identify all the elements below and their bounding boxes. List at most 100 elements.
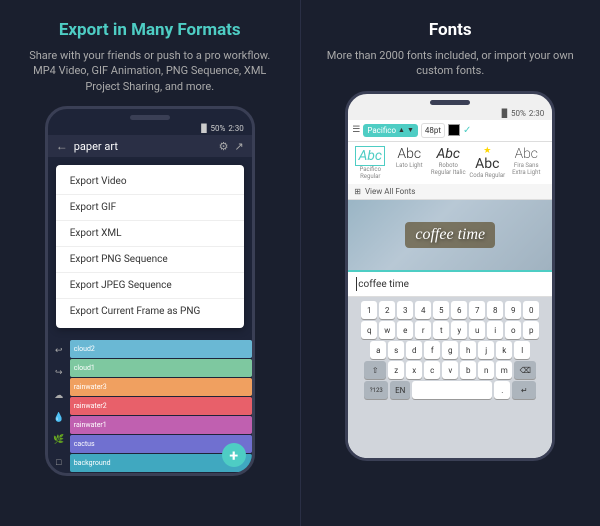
key-8[interactable]: 8 [487, 301, 503, 319]
key-j[interactable]: j [478, 341, 494, 359]
star-icon: ★ [483, 146, 491, 156]
font-size-dropdown[interactable]: 48pt [421, 123, 445, 138]
key-r[interactable]: r [415, 321, 431, 339]
sidebar-tools: ↩ ↪ ☁ 💧 🌿 □ [48, 340, 70, 473]
layer-rainwater2[interactable]: rainwater2 [70, 397, 252, 415]
export-xml-item[interactable]: Export XML [56, 221, 244, 247]
key-w[interactable]: w [379, 321, 395, 339]
right-panel: Fonts More than 2000 fonts included, or … [301, 0, 600, 526]
key-4[interactable]: 4 [415, 301, 431, 319]
key-0[interactable]: 0 [523, 301, 539, 319]
share-icon[interactable]: ↗ [235, 140, 244, 153]
key-b[interactable]: b [460, 361, 476, 379]
key-m[interactable]: m [496, 361, 512, 379]
right-phone-content: ☰ Pacifico ▲ ▼ 48pt ✓ Abc [348, 120, 552, 458]
text-input-row: coffee time [348, 270, 552, 297]
key-d[interactable]: d [406, 341, 422, 359]
input-text-display[interactable]: coffee time [358, 279, 409, 290]
key-z[interactable]: z [388, 361, 404, 379]
view-all-fonts-bar[interactable]: ⊞ View All Fonts [348, 184, 552, 200]
key-3[interactable]: 3 [397, 301, 413, 319]
key-symbols[interactable]: ?123 [364, 381, 388, 399]
font-sample-lato-label: Lato Light [396, 162, 423, 169]
key-c[interactable]: c [424, 361, 440, 379]
font-sample-fira[interactable]: Abc Fira SansExtra Light [508, 146, 544, 176]
key-f[interactable]: f [424, 341, 440, 359]
fab-add-button[interactable]: + [222, 443, 246, 467]
export-video-item[interactable]: Export Video [56, 169, 244, 195]
font-sample-roboto-text: Abc [436, 146, 460, 162]
layer-cloud2[interactable]: cloud2 [70, 340, 252, 358]
key-i[interactable]: i [487, 321, 503, 339]
undo-icon[interactable]: ↩ [51, 344, 67, 358]
water-drop-icon[interactable]: 💧 [51, 411, 67, 425]
right-battery-icon: ▉ [502, 109, 508, 118]
font-size-label: 48pt [425, 126, 441, 135]
key-t[interactable]: t [433, 321, 449, 339]
key-shift[interactable]: ⇧ [364, 361, 386, 379]
leaf-icon[interactable]: 🌿 [51, 433, 67, 447]
font-sample-lato[interactable]: Abc Lato Light [391, 146, 427, 169]
font-name-dropdown[interactable]: Pacifico ▲ ▼ [363, 124, 418, 137]
key-k[interactable]: k [496, 341, 512, 359]
font-arrow-down-icon: ▼ [407, 126, 414, 134]
key-5[interactable]: 5 [433, 301, 449, 319]
keyboard: 1 2 3 4 5 6 7 8 9 0 q w e [348, 297, 552, 458]
key-u[interactable]: u [469, 321, 485, 339]
left-phone-mockup: ▉ 50% 2:30 ← paper art ⚙ ↗ Export Video … [45, 106, 255, 476]
redo-icon[interactable]: ↪ [51, 366, 67, 380]
phone-speaker [130, 115, 170, 120]
export-gif-item[interactable]: Export GIF [56, 195, 244, 221]
export-png-seq-item[interactable]: Export PNG Sequence [56, 247, 244, 273]
key-e[interactable]: e [397, 321, 413, 339]
color-swatch[interactable] [448, 124, 460, 136]
key-lang[interactable]: EN [390, 381, 410, 399]
key-backspace[interactable]: ⌫ [514, 361, 536, 379]
layer-cloud1[interactable]: cloud1 [70, 359, 252, 377]
back-arrow-icon[interactable]: ← [56, 139, 68, 153]
export-current-frame-item[interactable]: Export Current Frame as PNG [56, 299, 244, 324]
export-jpeg-seq-item[interactable]: Export JPEG Sequence [56, 273, 244, 299]
font-sample-roboto[interactable]: Abc RobotoRegular Italic [430, 146, 466, 176]
header-icons: ⚙ ↗ [219, 140, 244, 153]
export-menu: Export Video Export GIF Export XML Expor… [56, 165, 244, 328]
key-l[interactable]: l [514, 341, 530, 359]
key-enter[interactable]: ↵ [512, 381, 536, 399]
layer-rainwater3[interactable]: rainwater3 [70, 378, 252, 396]
font-sample-coda[interactable]: ★ Abc Coda Regular [469, 146, 505, 179]
key-x[interactable]: x [406, 361, 422, 379]
key-p[interactable]: p [523, 321, 539, 339]
key-2[interactable]: 2 [379, 301, 395, 319]
font-sample-coda-text: Abc [475, 156, 499, 172]
right-battery-percent: 50% [511, 109, 526, 118]
key-g[interactable]: g [442, 341, 458, 359]
cloud-icon[interactable]: ☁ [51, 389, 67, 403]
key-space[interactable] [412, 381, 492, 399]
key-n[interactable]: n [478, 361, 494, 379]
key-6[interactable]: 6 [451, 301, 467, 319]
layer-rainwater1[interactable]: rainwater1 [70, 416, 252, 434]
font-sample-pacifico-label: PacificoRegular [359, 166, 381, 180]
settings-icon[interactable]: ⚙ [219, 140, 229, 153]
font-sample-pacifico[interactable]: Abc PacificoRegular [352, 146, 388, 180]
key-y[interactable]: y [451, 321, 467, 339]
keyboard-row-z: ⇧ z x c v b n m ⌫ [350, 361, 550, 379]
main-container: Export in Many Formats Share with your f… [0, 0, 600, 526]
timeline-area: ↩ ↪ ☁ 💧 🌿 □ cloud2 cloud1 rainwater3 rai… [48, 340, 252, 473]
key-h[interactable]: h [460, 341, 476, 359]
confirm-icon[interactable]: ✓ [463, 125, 471, 136]
key-9[interactable]: 9 [505, 301, 521, 319]
key-v[interactable]: v [442, 361, 458, 379]
key-q[interactable]: q [361, 321, 377, 339]
key-s[interactable]: s [388, 341, 404, 359]
font-arrow-up-icon: ▲ [398, 126, 405, 134]
key-1[interactable]: 1 [361, 301, 377, 319]
keyboard-row-bottom: ?123 EN . ↵ [350, 381, 550, 399]
key-7[interactable]: 7 [469, 301, 485, 319]
key-o[interactable]: o [505, 321, 521, 339]
key-period[interactable]: . [494, 381, 510, 399]
square-icon[interactable]: □ [51, 455, 67, 469]
key-a[interactable]: a [370, 341, 386, 359]
left-panel-desc: Share with your friends or push to a pro… [10, 48, 290, 94]
menu-icon[interactable]: ☰ [352, 125, 360, 135]
